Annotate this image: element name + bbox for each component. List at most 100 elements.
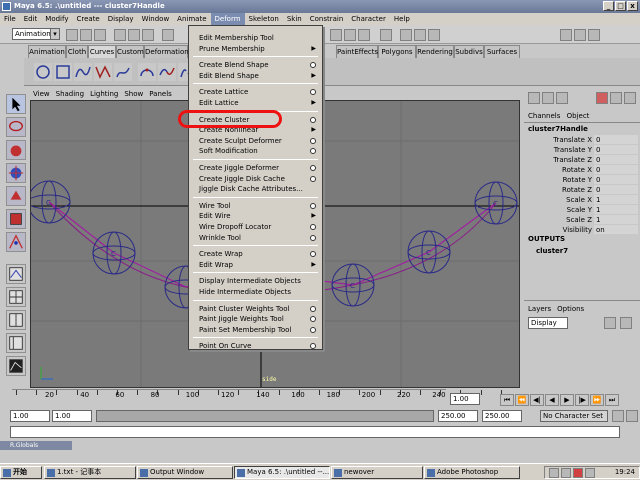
antivirus-icon[interactable] (573, 468, 583, 478)
current-time-field[interactable]: 1.00 (450, 393, 480, 405)
deform-menu-item[interactable]: Paint Jiggle Weights Tool (189, 314, 322, 324)
new-layer-icon[interactable] (604, 317, 616, 329)
channel-value-field[interactable]: 1 (594, 215, 638, 224)
deform-menu-item[interactable]: Wire Tool (189, 201, 322, 211)
channel-value-field[interactable]: 0 (594, 185, 638, 194)
maximize-button[interactable]: □ (615, 1, 626, 11)
option-box-icon[interactable] (310, 234, 316, 241)
menu-deform[interactable]: Deform (210, 13, 245, 25)
shelf-tab-rendering[interactable]: Rendering (416, 45, 454, 58)
attribute-list-icon[interactable] (556, 92, 568, 104)
viewport-menu-shading[interactable]: Shading (53, 88, 87, 100)
deform-menu-item[interactable]: Create Jiggle Disk Cache (189, 174, 322, 184)
character-set-select[interactable]: No Character Set (540, 410, 608, 422)
option-box-icon[interactable] (310, 175, 316, 182)
task-newover[interactable]: newover (331, 466, 423, 479)
go-to-end-icon[interactable]: ⏭ (605, 394, 619, 406)
channel-value-field[interactable]: 0 (594, 155, 638, 164)
channel-menu-channels[interactable]: Channels (528, 112, 560, 120)
menu-modify[interactable]: Modify (41, 13, 72, 25)
viewport-menu-lighting[interactable]: Lighting (87, 88, 121, 100)
channel-row[interactable]: Rotate X0 (524, 165, 640, 175)
save-scene-icon[interactable] (94, 29, 106, 41)
render-icon[interactable] (400, 29, 412, 41)
option-box-icon[interactable] (310, 316, 316, 323)
deform-menu-item[interactable]: Edit Wire ▶ (189, 211, 322, 221)
deform-menu-item[interactable]: Create Blend Shape (189, 60, 322, 70)
side-by-side-layout-icon[interactable] (6, 310, 26, 330)
deform-menu-item[interactable]: Create Wrap (189, 249, 322, 259)
option-box-icon[interactable] (310, 137, 316, 144)
command-input[interactable] (10, 426, 620, 438)
paint-select-tool-icon[interactable] (6, 140, 26, 160)
deform-menu-item[interactable]: Point On Curve (189, 341, 322, 351)
menu-skin[interactable]: Skin (283, 13, 306, 25)
pencil-curve-icon[interactable] (114, 63, 132, 81)
deform-menu-item[interactable]: Wrinkle Tool (189, 233, 322, 243)
cluster-handle-5[interactable]: C (407, 230, 451, 274)
option-box-icon[interactable] (310, 326, 316, 333)
cv-curve-icon[interactable] (74, 63, 92, 81)
prefs-icon[interactable] (626, 410, 638, 422)
channel-row[interactable]: Visibility on (524, 225, 640, 235)
deform-menu-item[interactable]: Wire Dropoff Locator (189, 222, 322, 232)
deform-menu-item[interactable]: Jiggle Disk Cache Attributes... (189, 184, 322, 194)
snap-curve-icon[interactable] (344, 29, 356, 41)
network-icon[interactable] (549, 468, 559, 478)
circle-curve-icon[interactable] (34, 63, 52, 81)
volume-icon[interactable] (561, 468, 571, 478)
start-time-field[interactable]: 1.00 (10, 410, 50, 422)
pin-icon[interactable] (596, 92, 608, 104)
ime-icon[interactable] (585, 468, 595, 478)
go-to-start-icon[interactable]: ⏮ (500, 394, 514, 406)
layer-menu-options[interactable]: Options (557, 305, 584, 313)
layer-type-select[interactable]: Display (528, 317, 568, 329)
step-forward-key-icon[interactable]: |▶ (575, 394, 589, 406)
option-box-icon[interactable] (310, 148, 316, 155)
rotate-tool-icon[interactable] (6, 186, 26, 206)
deform-menu-item[interactable]: Create Jiggle Deformer (189, 163, 322, 173)
selected-object-name[interactable]: cluster7Handle (528, 125, 588, 133)
viewport-menu-show[interactable]: Show (121, 88, 146, 100)
end-time-field[interactable]: 250.00 (482, 410, 522, 422)
key-icon[interactable] (612, 410, 624, 422)
menu-window[interactable]: Window (138, 13, 174, 25)
deform-menu-item[interactable]: Paint Cluster Weights Tool (189, 304, 322, 314)
shelf-tab-surfaces[interactable]: Surfaces (484, 45, 520, 58)
deform-menu-item[interactable]: Soft Modification (189, 146, 322, 156)
cluster-handle-2[interactable]: C (92, 231, 136, 275)
snap-grid-icon[interactable] (330, 29, 342, 41)
snap-point-icon[interactable] (358, 29, 370, 41)
cluster-handle-1[interactable]: C (31, 180, 71, 224)
channel-row[interactable]: Scale Z1 (524, 215, 640, 225)
channel-value-field[interactable]: 0 (594, 175, 638, 184)
arc-tool-icon[interactable] (138, 63, 156, 81)
option-box-icon[interactable] (310, 116, 316, 123)
tool-settings-icon[interactable] (574, 29, 586, 41)
deform-menu-item[interactable]: Edit Wrap ▶ (189, 260, 322, 270)
task-output-window[interactable]: Output Window (137, 466, 233, 479)
task-photoshop[interactable]: Adobe Photoshop (424, 466, 520, 479)
graph-editor-layout-icon[interactable] (6, 356, 26, 376)
minimize-button[interactable]: _ (603, 1, 614, 11)
menu-display[interactable]: Display (104, 13, 138, 25)
output-node[interactable]: cluster7 (536, 247, 568, 255)
history-icon[interactable] (380, 29, 392, 41)
shelf-tab-cloth[interactable]: Cloth (66, 45, 88, 58)
menu-animate[interactable]: Animate (173, 13, 210, 25)
step-back-icon[interactable]: ⏪ (515, 394, 529, 406)
cluster-handle-6[interactable]: C (474, 181, 518, 225)
option-box-icon[interactable] (310, 224, 316, 230)
channel-row[interactable]: Translate Y0 (524, 145, 640, 155)
single-view-layout-icon[interactable] (6, 264, 26, 284)
shelf-tab-deformation[interactable]: Deformation (144, 45, 189, 58)
menu-create[interactable]: Create (72, 13, 103, 25)
shelf-tab-animation[interactable]: Animation (28, 45, 66, 58)
channel-options-icon[interactable] (610, 92, 622, 104)
close-button[interactable]: x (627, 1, 638, 11)
option-box-icon[interactable] (310, 251, 316, 258)
channel-value-field[interactable]: 0 (594, 135, 638, 144)
channel-value-field[interactable]: 0 (594, 165, 638, 174)
menu-file[interactable]: File (0, 13, 20, 25)
channel-value-field[interactable]: 1 (594, 205, 638, 214)
